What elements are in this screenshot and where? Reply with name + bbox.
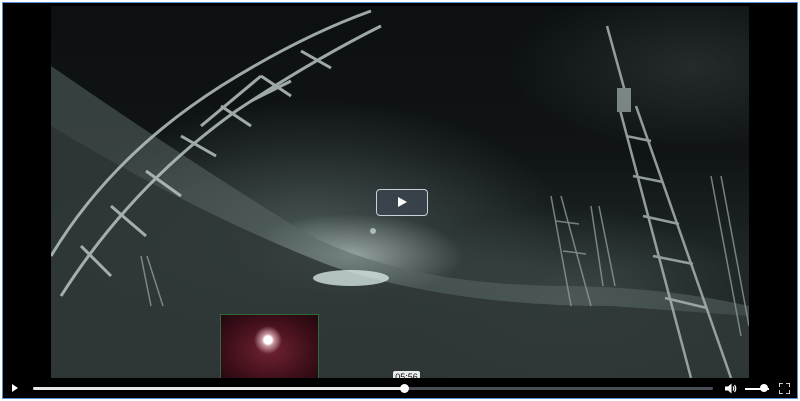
scrub-preview-thumbnail (220, 314, 319, 380)
video-player: 05:56 (2, 2, 798, 399)
big-play-button[interactable] (376, 189, 428, 216)
volume-icon[interactable] (725, 383, 737, 394)
progress-fill (33, 387, 404, 390)
control-bar (3, 378, 797, 398)
fullscreen-icon[interactable] (779, 383, 790, 394)
volume-handle[interactable] (760, 384, 768, 392)
play-icon[interactable] (12, 384, 18, 392)
progress-bar[interactable] (33, 384, 713, 393)
video-stage[interactable] (3, 3, 797, 380)
progress-handle[interactable] (399, 384, 409, 393)
